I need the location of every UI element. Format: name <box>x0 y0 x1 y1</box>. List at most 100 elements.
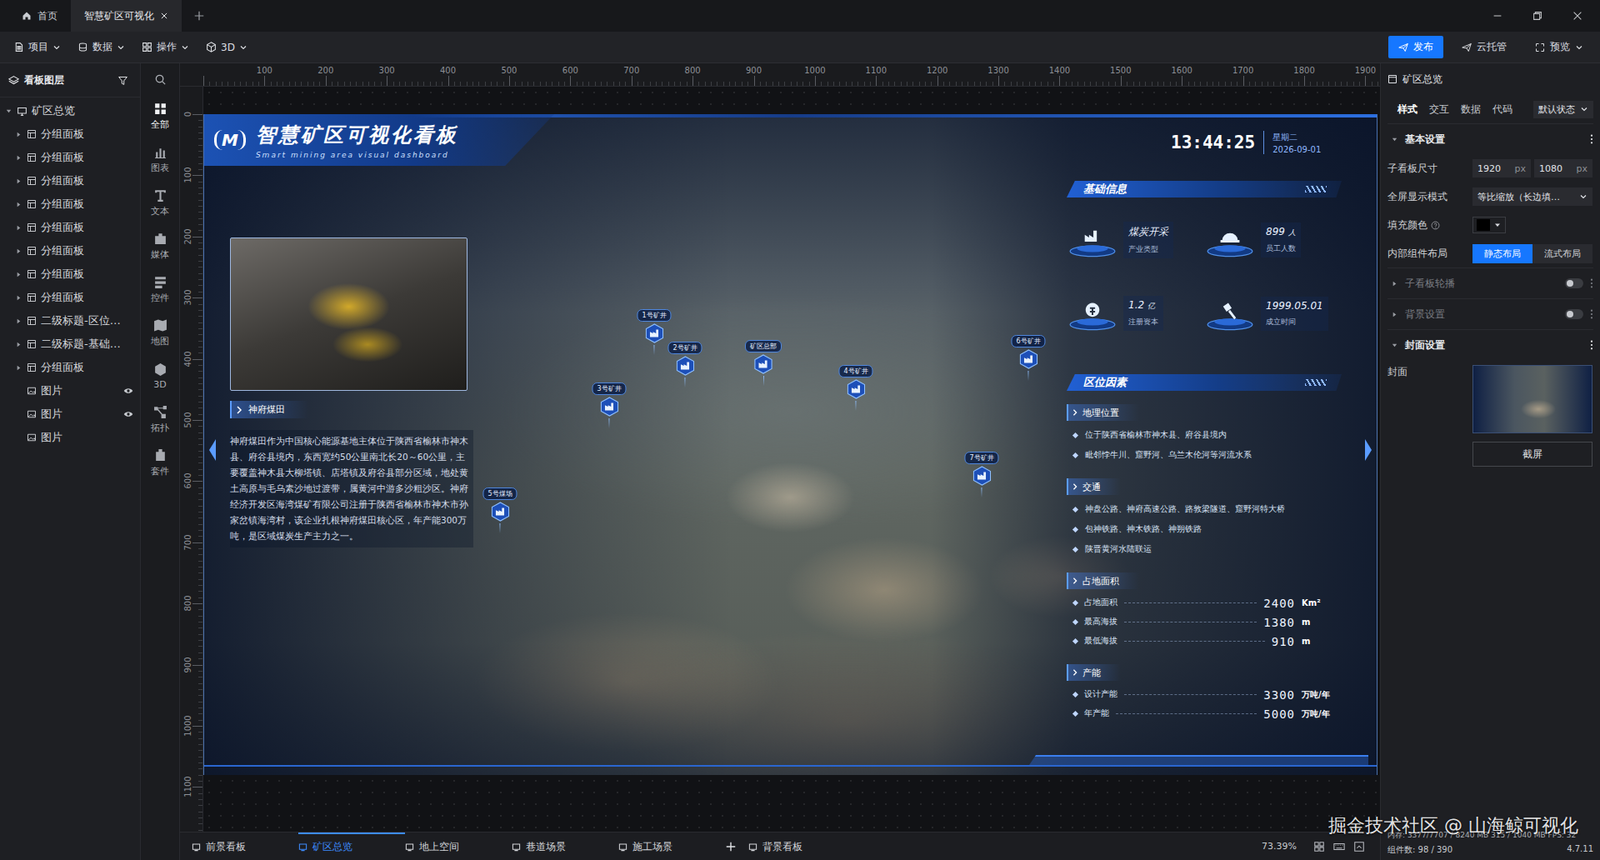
property-tab[interactable]: 交互 <box>1429 102 1450 117</box>
property-tab[interactable]: 样式 <box>1397 102 1418 117</box>
caret-icon[interactable] <box>15 224 23 232</box>
zoom-level[interactable]: 73.39% <box>1261 840 1297 852</box>
scene-tab[interactable]: 矿区总览 <box>298 832 405 860</box>
map-pin[interactable]: 1号矿井 <box>636 309 671 355</box>
fullscreen-select[interactable]: 等比缩放（长边填… <box>1472 187 1593 206</box>
layer-item[interactable]: 分组面板 <box>0 355 140 380</box>
map-pin[interactable]: 7号矿井 <box>964 451 999 498</box>
caret-icon[interactable] <box>15 154 23 162</box>
component-category[interactable]: 地图 <box>150 310 170 355</box>
scene-tab[interactable]: 施工场景 <box>618 832 725 860</box>
map-pin[interactable]: 5号煤场 <box>482 487 517 534</box>
component-category[interactable]: 全部 <box>150 94 170 138</box>
toolbar-action-button[interactable]: 发布 <box>1388 35 1444 59</box>
menu-button[interactable]: 3D <box>199 38 255 57</box>
toggle-switch[interactable] <box>1565 309 1584 320</box>
map-pin[interactable]: 4号矿井 <box>838 365 873 411</box>
toggle-switch[interactable] <box>1565 278 1584 289</box>
state-dropdown[interactable]: 默认状态 <box>1533 100 1594 119</box>
map-pin[interactable]: 3号矿井 <box>591 382 626 429</box>
fit-icon[interactable] <box>1313 840 1325 853</box>
caret-icon[interactable] <box>5 107 13 115</box>
component-category[interactable]: 文本 <box>150 180 170 225</box>
map-pin[interactable]: 2号矿井 <box>667 341 702 388</box>
more-icon[interactable] <box>1590 309 1594 320</box>
menu-button[interactable]: 操作 <box>135 36 196 58</box>
caret-icon[interactable] <box>15 340 23 349</box>
layer-item[interactable]: 图片 <box>0 402 140 426</box>
background-scene-tab[interactable]: 背景看板 <box>748 832 855 860</box>
close-window-icon[interactable] <box>1571 10 1584 22</box>
search-icon[interactable] <box>154 73 167 86</box>
panel-icon[interactable] <box>1353 840 1365 853</box>
width-input[interactable]: 1920px <box>1472 159 1531 178</box>
caret-icon[interactable] <box>15 200 23 209</box>
layer-root[interactable]: 矿区总览 <box>0 99 140 123</box>
eye-icon[interactable] <box>123 385 134 396</box>
add-scene-icon[interactable] <box>725 840 737 853</box>
menu-button[interactable]: 项目 <box>6 36 68 58</box>
window-tab[interactable]: 首页 <box>8 0 71 32</box>
height-input[interactable]: 1080px <box>1534 159 1593 178</box>
layer-item[interactable]: 图片 <box>0 379 140 403</box>
component-category[interactable]: 控件 <box>150 267 170 311</box>
component-category[interactable]: 套件 <box>150 440 170 485</box>
layer-item[interactable]: 分组面板 <box>0 169 140 193</box>
dashboard-canvas[interactable]: M 智慧矿区可视化看板 Smart mining area visual das… <box>203 114 1378 775</box>
toolbar-action-button[interactable]: 云托管 <box>1451 35 1517 59</box>
more-icon[interactable] <box>1590 134 1594 145</box>
component-category[interactable]: 拓扑 <box>150 397 170 441</box>
more-icon[interactable] <box>1590 340 1594 350</box>
menu-button[interactable]: 数据 <box>70 36 132 58</box>
toolbar-action-button[interactable]: 预览 <box>1525 35 1594 59</box>
caret-icon[interactable] <box>15 177 23 185</box>
keyboard-icon[interactable] <box>1333 840 1345 853</box>
layer-item[interactable]: 分组面板 <box>0 215 140 240</box>
map-pin[interactable]: 6号矿井 <box>1010 335 1045 381</box>
section-header[interactable]: 背景设置 <box>1387 298 1594 330</box>
caret-icon[interactable] <box>15 270 23 279</box>
scene-tab[interactable]: 前景看板 <box>191 832 299 860</box>
collapse-left-icon[interactable] <box>207 437 218 463</box>
caret-icon[interactable] <box>15 364 23 372</box>
layer-item[interactable]: 分组面板 <box>0 192 140 216</box>
collapse-right-icon[interactable] <box>1363 437 1374 463</box>
window-tab[interactable]: 智慧矿区可视化 <box>70 0 182 32</box>
component-category[interactable]: 媒体 <box>150 224 170 268</box>
map-pin[interactable]: 矿区总部 <box>745 340 782 386</box>
screenshot-button[interactable]: 截屏 <box>1472 441 1593 467</box>
section-header[interactable]: 基本设置 <box>1387 123 1594 155</box>
layer-item[interactable]: 分组面板 <box>0 239 140 263</box>
caret-icon[interactable] <box>15 130 23 139</box>
layer-item[interactable]: 分组面板 <box>0 262 140 286</box>
component-category[interactable]: 3D <box>153 354 168 398</box>
section-header[interactable]: 封面设置 <box>1387 329 1594 360</box>
minimize-icon[interactable] <box>1491 10 1504 22</box>
property-tab[interactable]: 数据 <box>1460 102 1481 117</box>
layer-item[interactable]: 分组面板 <box>0 122 140 146</box>
restore-icon[interactable] <box>1531 10 1544 22</box>
property-tab[interactable]: 代码 <box>1492 102 1513 117</box>
layer-item[interactable]: 分组面板 <box>0 145 140 170</box>
close-icon[interactable] <box>160 11 169 20</box>
caret-icon[interactable] <box>15 317 23 325</box>
caret-icon[interactable] <box>15 247 23 255</box>
layout-option[interactable]: 流式布局 <box>1532 244 1593 264</box>
filter-icon[interactable] <box>117 75 129 86</box>
location-section: 地理位置 位于陕西省榆林市神木县、府谷县境内毗邻悖牛川、窟野河、乌兰木伦河等河流… <box>1066 404 1342 465</box>
layer-item[interactable]: 分组面板 <box>0 285 140 310</box>
layout-option[interactable]: 静态布局 <box>1472 244 1533 264</box>
layer-item[interactable]: 二级标题-区位… <box>0 309 140 333</box>
layer-item[interactable]: 图片 <box>0 425 140 450</box>
new-tab-plus-icon[interactable] <box>193 10 205 22</box>
caret-icon[interactable] <box>15 294 23 302</box>
more-icon[interactable] <box>1590 278 1594 289</box>
fill-color-picker[interactable] <box>1472 216 1506 234</box>
eye-icon[interactable] <box>123 409 134 420</box>
scene-tab[interactable]: 地上空间 <box>405 832 512 860</box>
component-category[interactable]: 图表 <box>150 137 170 181</box>
section-header[interactable]: 子看板轮播 <box>1387 267 1594 299</box>
help-icon[interactable] <box>1430 220 1440 230</box>
layer-item[interactable]: 二级标题-基础… <box>0 332 140 356</box>
scene-tab[interactable]: 巷道场景 <box>511 832 619 860</box>
